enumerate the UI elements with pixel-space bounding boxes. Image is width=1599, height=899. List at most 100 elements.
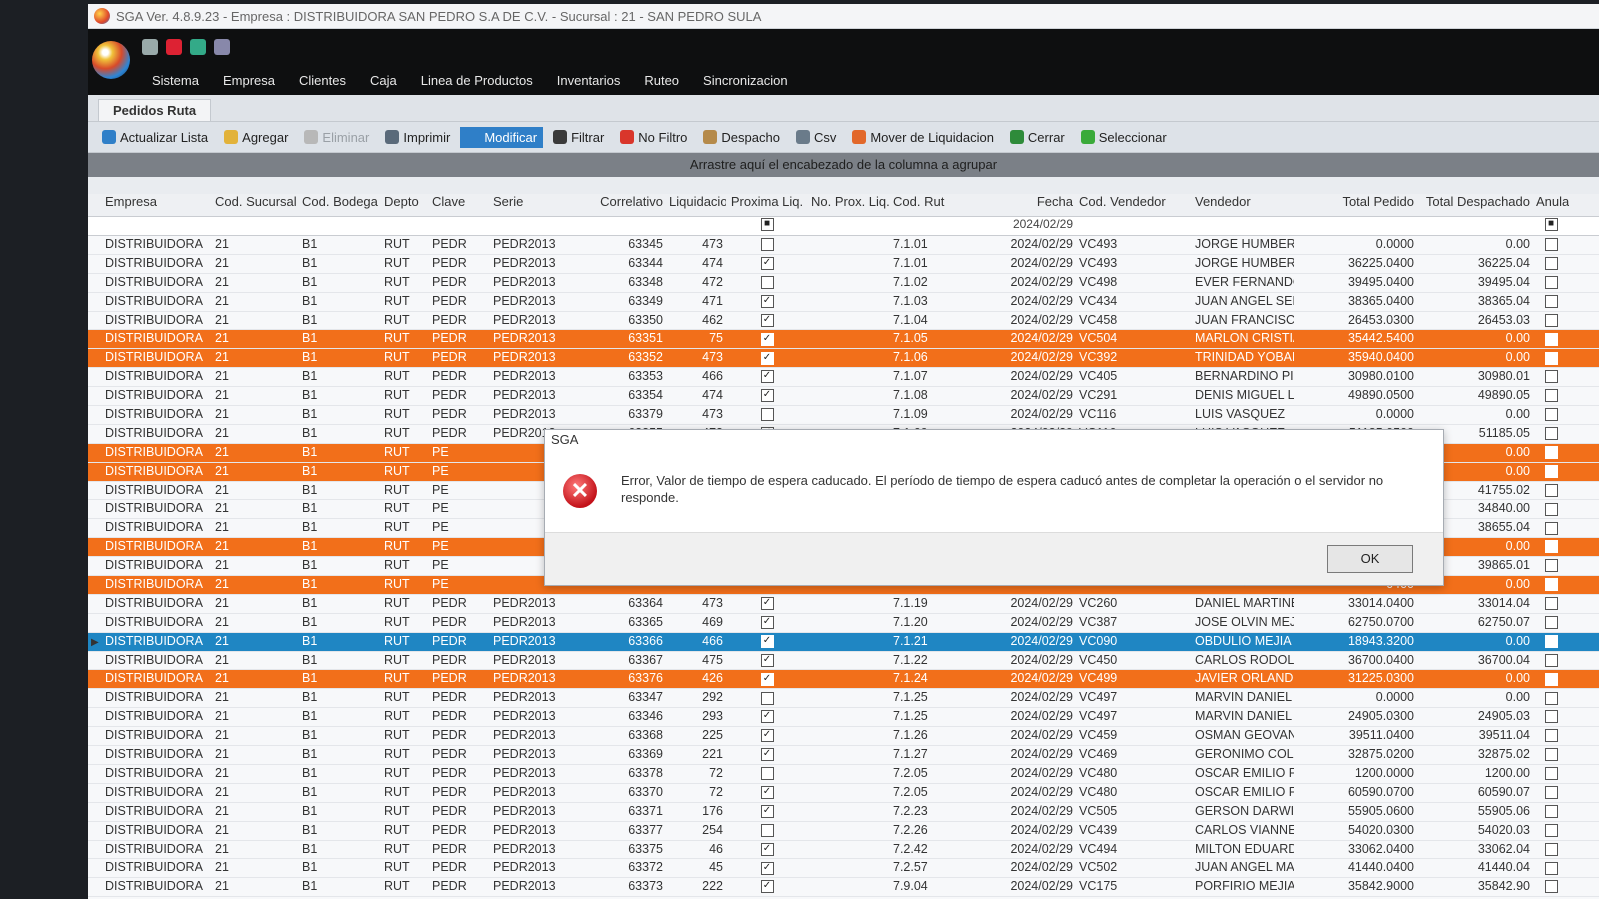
table-row[interactable]: DISTRIBUIDORA 21 B1 RUT PEDR PEDR2013 63367 475… bbox=[88, 651, 1599, 671]
anulado-cell[interactable] bbox=[1533, 746, 1569, 764]
proxima-liq-cell[interactable]: ✓ bbox=[726, 652, 808, 670]
anulado-checkbox[interactable] bbox=[1544, 880, 1558, 894]
table-row[interactable]: DISTRIBUIDORA 21 B1 RUT PEDR PEDR2013 63344 474… bbox=[88, 254, 1599, 274]
filter-cell[interactable] bbox=[490, 217, 572, 235]
table-row[interactable]: DISTRIBUIDORA 21 B1 RUT PEDR PEDR2013 63378 72 7… bbox=[88, 764, 1599, 784]
proxima-liq-cell[interactable] bbox=[726, 689, 808, 707]
menu-linea-de-productos[interactable]: Linea de Productos bbox=[409, 69, 545, 92]
anulado-checkbox[interactable] bbox=[1544, 672, 1558, 686]
anulado-checkbox[interactable] bbox=[1544, 653, 1558, 667]
anulado-checkbox[interactable] bbox=[1544, 691, 1558, 705]
table-row[interactable]: DISTRIBUIDORA 21 B1 RUT PEDR PEDR2013 63364 473… bbox=[88, 594, 1599, 614]
proxima-liq-checkbox[interactable]: ✓ bbox=[760, 257, 774, 271]
anulado-checkbox[interactable] bbox=[1544, 559, 1558, 573]
anulado-cell[interactable] bbox=[1533, 482, 1569, 500]
proxima-liq-cell[interactable]: ✓ bbox=[726, 255, 808, 273]
proxima-liq-checkbox[interactable]: ✓ bbox=[760, 313, 774, 327]
table-row[interactable]: DISTRIBUIDORA 21 B1 RUT PEDR PEDR2013 63365 469… bbox=[88, 613, 1599, 633]
filter-cell[interactable] bbox=[666, 217, 726, 235]
column-header[interactable]: Cod. Rut bbox=[890, 194, 986, 216]
proxima-liq-cell[interactable]: ✓ bbox=[726, 803, 808, 821]
csv-button[interactable]: Csv bbox=[790, 127, 842, 148]
anulado-checkbox[interactable] bbox=[1544, 294, 1558, 308]
menu-sincronizacion[interactable]: Sincronizacion bbox=[691, 69, 800, 92]
proxima-liq-checkbox[interactable] bbox=[760, 767, 774, 781]
tab-pedidos-ruta[interactable]: Pedidos Ruta bbox=[98, 99, 212, 121]
anulado-cell[interactable] bbox=[1533, 576, 1569, 594]
proxima-liq-checkbox[interactable] bbox=[760, 238, 774, 252]
proxima-liq-cell[interactable] bbox=[726, 274, 808, 292]
filter-cell[interactable] bbox=[102, 217, 212, 235]
anulado-cell[interactable] bbox=[1533, 727, 1569, 745]
table-row[interactable]: ▶ DISTRIBUIDORA 21 B1 RUT PEDR PEDR2013 63366 46… bbox=[88, 632, 1599, 652]
checkbox[interactable]: ■ bbox=[760, 218, 774, 232]
proxima-liq-cell[interactable]: ✓ bbox=[726, 859, 808, 877]
anulado-cell[interactable] bbox=[1533, 595, 1569, 613]
anulado-checkbox[interactable] bbox=[1544, 786, 1558, 800]
anulado-checkbox[interactable] bbox=[1544, 710, 1558, 724]
column-header[interactable]: Liquidacion bbox=[666, 194, 726, 216]
table-row[interactable]: DISTRIBUIDORA 21 B1 RUT PEDR PEDR2013 63347 292… bbox=[88, 689, 1599, 709]
filter-fecha[interactable]: 2024/02/29 bbox=[986, 217, 1076, 235]
anulado-checkbox[interactable] bbox=[1544, 616, 1558, 630]
filter-proxima-checkbox[interactable]: ■ bbox=[726, 217, 808, 235]
anulado-cell[interactable] bbox=[1533, 387, 1569, 405]
column-header[interactable]: Clave bbox=[429, 194, 490, 216]
column-header[interactable]: Cod. Vendedor bbox=[1076, 194, 1192, 216]
anulado-checkbox[interactable] bbox=[1544, 804, 1558, 818]
proxima-liq-checkbox[interactable] bbox=[760, 275, 774, 289]
anulado-cell[interactable] bbox=[1533, 689, 1569, 707]
anulado-checkbox[interactable] bbox=[1544, 408, 1558, 422]
column-header[interactable]: No. Prox. Liq. bbox=[808, 194, 890, 216]
table-row[interactable]: DISTRIBUIDORA 21 B1 RUT PEDR PEDR2013 63372 45 ✓… bbox=[88, 859, 1599, 879]
filter-cell[interactable] bbox=[429, 217, 490, 235]
anulado-checkbox[interactable] bbox=[1544, 313, 1558, 327]
filter-anulado-checkbox[interactable]: ■ bbox=[1533, 217, 1569, 235]
proxima-liq-cell[interactable]: ✓ bbox=[726, 784, 808, 802]
filter-cell[interactable] bbox=[1192, 217, 1294, 235]
no-filtro-button[interactable]: No Filtro bbox=[614, 127, 693, 148]
table-row[interactable]: DISTRIBUIDORA 21 B1 RUT PEDR PEDR2013 63352 473… bbox=[88, 349, 1599, 369]
anulado-cell[interactable] bbox=[1533, 463, 1569, 481]
anulado-cell[interactable] bbox=[1533, 425, 1569, 443]
anulado-cell[interactable] bbox=[1533, 312, 1569, 330]
checkbox[interactable]: ■ bbox=[1544, 218, 1558, 232]
anulado-checkbox[interactable] bbox=[1544, 370, 1558, 384]
anulado-checkbox[interactable] bbox=[1544, 729, 1558, 743]
anulado-checkbox[interactable] bbox=[1544, 578, 1558, 592]
filter-cell[interactable] bbox=[808, 217, 890, 235]
agregar-button[interactable]: Agregar bbox=[218, 127, 294, 148]
group-by-panel[interactable]: Arrastre aquí el encabezado de la column… bbox=[88, 153, 1599, 177]
proxima-liq-checkbox[interactable]: ✓ bbox=[760, 710, 774, 724]
anulado-cell[interactable] bbox=[1533, 368, 1569, 386]
column-header[interactable]: Total Pedido bbox=[1294, 194, 1417, 216]
proxima-liq-cell[interactable]: ✓ bbox=[726, 841, 808, 859]
proxima-liq-checkbox[interactable]: ✓ bbox=[760, 351, 774, 365]
table-row[interactable]: DISTRIBUIDORA 21 B1 RUT PEDR PEDR2013 63349 471… bbox=[88, 292, 1599, 312]
seleccionar-button[interactable]: Seleccionar bbox=[1075, 127, 1173, 148]
column-header[interactable]: Total Despachado bbox=[1417, 194, 1533, 216]
anulado-cell[interactable] bbox=[1533, 841, 1569, 859]
anulado-checkbox[interactable] bbox=[1544, 464, 1558, 478]
proxima-liq-checkbox[interactable]: ✓ bbox=[760, 634, 774, 648]
anulado-cell[interactable] bbox=[1533, 633, 1569, 651]
proxima-liq-checkbox[interactable]: ✓ bbox=[760, 861, 774, 875]
filter-cell[interactable] bbox=[212, 217, 299, 235]
table-row[interactable]: DISTRIBUIDORA 21 B1 RUT PEDR PEDR2013 63351 75 ✓… bbox=[88, 330, 1599, 350]
proxima-liq-cell[interactable]: ✓ bbox=[726, 349, 808, 367]
proxima-liq-cell[interactable]: ✓ bbox=[726, 368, 808, 386]
anulado-checkbox[interactable] bbox=[1544, 521, 1558, 535]
proxima-liq-cell[interactable]: ✓ bbox=[726, 878, 808, 896]
proxima-liq-checkbox[interactable]: ✓ bbox=[760, 748, 774, 762]
proxima-liq-checkbox[interactable]: ✓ bbox=[760, 786, 774, 800]
anulado-checkbox[interactable] bbox=[1544, 842, 1558, 856]
filter-cell[interactable] bbox=[88, 217, 102, 235]
proxima-liq-checkbox[interactable]: ✓ bbox=[760, 370, 774, 384]
power-icon[interactable] bbox=[166, 39, 182, 55]
proxima-liq-cell[interactable]: ✓ bbox=[726, 312, 808, 330]
anulado-cell[interactable] bbox=[1533, 670, 1569, 688]
anulado-cell[interactable] bbox=[1533, 557, 1569, 575]
table-row[interactable]: DISTRIBUIDORA 21 B1 RUT PEDR PEDR2013 63370 72 ✓… bbox=[88, 783, 1599, 803]
proxima-liq-checkbox[interactable]: ✓ bbox=[760, 653, 774, 667]
anulado-checkbox[interactable] bbox=[1544, 861, 1558, 875]
